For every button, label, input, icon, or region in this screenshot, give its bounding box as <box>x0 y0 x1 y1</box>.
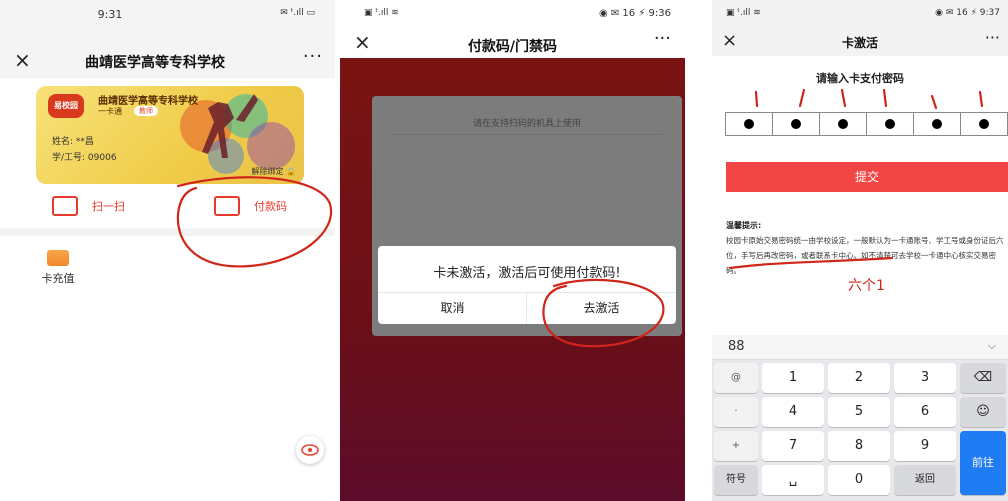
red-circle-annotation <box>542 278 665 348</box>
key-7[interactable]: 7 <box>762 431 824 461</box>
keyboard-toolbar: 88 ⌵ <box>712 335 1008 360</box>
key-8[interactable]: 8 <box>828 431 890 461</box>
key-0[interactable]: 0 <box>828 465 890 495</box>
keyboard-hide-icon[interactable]: ⌵ <box>988 339 996 353</box>
backspace-key[interactable]: ⌫ <box>960 363 1006 393</box>
key-4[interactable]: 4 <box>762 397 824 427</box>
key-1[interactable]: 1 <box>762 363 824 393</box>
screen-card-activation: ▣ ᵗ.ıll ≋ ◉ ✉ 16 ⚡ 9:37 × 卡激活 ··· 请输入卡支付… <box>712 0 1008 501</box>
key-at[interactable]: @ <box>714 363 758 393</box>
symbols-key[interactable]: 符号 <box>714 465 758 495</box>
key-5[interactable]: 5 <box>828 397 890 427</box>
screen-card-home: 9:31 ✉ ᵗ.ıll ▭ × 曲靖医学高等专科学校 ··· 易校园 曲靖医学… <box>0 0 335 501</box>
red-circle-annotation <box>176 176 333 268</box>
annotation-text: 六个1 <box>848 278 885 294</box>
go-button[interactable]: 前往 <box>960 431 1006 495</box>
key-6[interactable]: 6 <box>894 397 956 427</box>
emoji-key[interactable]: ☺ <box>960 397 1006 427</box>
space-key[interactable]: ␣ <box>762 465 824 495</box>
key-plus[interactable]: + <box>714 431 758 461</box>
key-3[interactable]: 3 <box>894 363 956 393</box>
handwritten-annotations: 六个1 <box>728 88 984 294</box>
back-key[interactable]: 返回 <box>894 465 956 495</box>
separator <box>685 0 712 501</box>
numeric-keyboard: 88 ⌵ @ · + - 1 2 3 ⌫ 4 5 6 ☺ 7 8 9 前往 符号… <box>712 335 1008 501</box>
key-dot[interactable]: · <box>714 397 758 427</box>
key-2[interactable]: 2 <box>828 363 890 393</box>
keyboard-grid-icon[interactable]: 88 <box>728 339 745 354</box>
screen-payment-code: ▣ ᵗ.ıll ≋ ◉ ✉ 16 ⚡ 9:36 × 付款码/门禁码 ··· 请在… <box>340 0 685 501</box>
key-9[interactable]: 9 <box>894 431 956 461</box>
